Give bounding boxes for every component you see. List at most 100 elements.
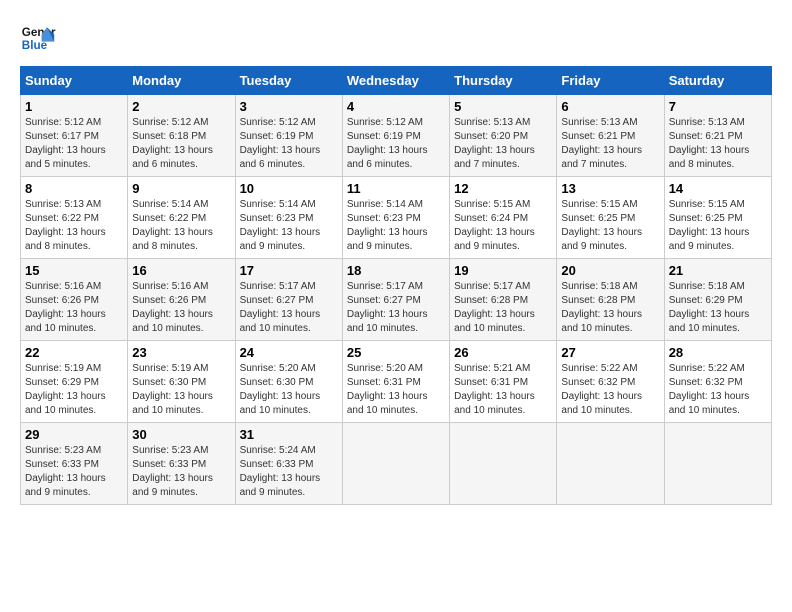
calendar-week-2: 8 Sunrise: 5:13 AM Sunset: 6:22 PM Dayli…: [21, 177, 772, 259]
day-number: 4: [347, 99, 445, 114]
day-info: Sunrise: 5:12 AM Sunset: 6:18 PM Dayligh…: [132, 116, 230, 172]
day-number: 22: [25, 345, 123, 360]
day-number: 14: [669, 181, 767, 196]
day-number: 21: [669, 263, 767, 278]
day-number: 10: [240, 181, 338, 196]
day-info: Sunrise: 5:13 AM Sunset: 6:21 PM Dayligh…: [561, 116, 659, 172]
calendar-cell: 17 Sunrise: 5:17 AM Sunset: 6:27 PM Dayl…: [235, 259, 342, 341]
day-number: 12: [454, 181, 552, 196]
calendar-cell: 22 Sunrise: 5:19 AM Sunset: 6:29 PM Dayl…: [21, 341, 128, 423]
calendar-cell: [450, 423, 557, 505]
day-number: 3: [240, 99, 338, 114]
calendar-cell: 1 Sunrise: 5:12 AM Sunset: 6:17 PM Dayli…: [21, 95, 128, 177]
day-header-saturday: Saturday: [664, 67, 771, 95]
calendar-cell: 11 Sunrise: 5:14 AM Sunset: 6:23 PM Dayl…: [342, 177, 449, 259]
calendar-cell: 14 Sunrise: 5:15 AM Sunset: 6:25 PM Dayl…: [664, 177, 771, 259]
calendar-cell: 24 Sunrise: 5:20 AM Sunset: 6:30 PM Dayl…: [235, 341, 342, 423]
day-number: 8: [25, 181, 123, 196]
day-info: Sunrise: 5:20 AM Sunset: 6:30 PM Dayligh…: [240, 362, 338, 418]
day-header-friday: Friday: [557, 67, 664, 95]
calendar-cell: 8 Sunrise: 5:13 AM Sunset: 6:22 PM Dayli…: [21, 177, 128, 259]
calendar-week-3: 15 Sunrise: 5:16 AM Sunset: 6:26 PM Dayl…: [21, 259, 772, 341]
day-number: 11: [347, 181, 445, 196]
day-number: 29: [25, 427, 123, 442]
page-header: General Blue: [20, 20, 772, 56]
day-info: Sunrise: 5:16 AM Sunset: 6:26 PM Dayligh…: [132, 280, 230, 336]
day-info: Sunrise: 5:19 AM Sunset: 6:30 PM Dayligh…: [132, 362, 230, 418]
day-number: 25: [347, 345, 445, 360]
calendar-cell: 23 Sunrise: 5:19 AM Sunset: 6:30 PM Dayl…: [128, 341, 235, 423]
calendar-cell: 19 Sunrise: 5:17 AM Sunset: 6:28 PM Dayl…: [450, 259, 557, 341]
calendar-cell: 10 Sunrise: 5:14 AM Sunset: 6:23 PM Dayl…: [235, 177, 342, 259]
day-info: Sunrise: 5:20 AM Sunset: 6:31 PM Dayligh…: [347, 362, 445, 418]
logo-icon: General Blue: [20, 20, 56, 56]
calendar-cell: 6 Sunrise: 5:13 AM Sunset: 6:21 PM Dayli…: [557, 95, 664, 177]
calendar-header-row: SundayMondayTuesdayWednesdayThursdayFrid…: [21, 67, 772, 95]
day-info: Sunrise: 5:12 AM Sunset: 6:19 PM Dayligh…: [347, 116, 445, 172]
day-info: Sunrise: 5:23 AM Sunset: 6:33 PM Dayligh…: [25, 444, 123, 500]
day-info: Sunrise: 5:18 AM Sunset: 6:29 PM Dayligh…: [669, 280, 767, 336]
day-header-thursday: Thursday: [450, 67, 557, 95]
day-info: Sunrise: 5:14 AM Sunset: 6:23 PM Dayligh…: [347, 198, 445, 254]
day-number: 7: [669, 99, 767, 114]
day-info: Sunrise: 5:13 AM Sunset: 6:21 PM Dayligh…: [669, 116, 767, 172]
calendar-week-5: 29 Sunrise: 5:23 AM Sunset: 6:33 PM Dayl…: [21, 423, 772, 505]
calendar-cell: 16 Sunrise: 5:16 AM Sunset: 6:26 PM Dayl…: [128, 259, 235, 341]
day-number: 13: [561, 181, 659, 196]
day-info: Sunrise: 5:15 AM Sunset: 6:25 PM Dayligh…: [561, 198, 659, 254]
calendar-cell: 21 Sunrise: 5:18 AM Sunset: 6:29 PM Dayl…: [664, 259, 771, 341]
day-info: Sunrise: 5:12 AM Sunset: 6:19 PM Dayligh…: [240, 116, 338, 172]
calendar-cell: 26 Sunrise: 5:21 AM Sunset: 6:31 PM Dayl…: [450, 341, 557, 423]
day-header-wednesday: Wednesday: [342, 67, 449, 95]
calendar-cell: 25 Sunrise: 5:20 AM Sunset: 6:31 PM Dayl…: [342, 341, 449, 423]
day-info: Sunrise: 5:17 AM Sunset: 6:28 PM Dayligh…: [454, 280, 552, 336]
calendar-table: SundayMondayTuesdayWednesdayThursdayFrid…: [20, 66, 772, 505]
day-number: 6: [561, 99, 659, 114]
calendar-cell: [342, 423, 449, 505]
calendar-cell: 3 Sunrise: 5:12 AM Sunset: 6:19 PM Dayli…: [235, 95, 342, 177]
day-header-monday: Monday: [128, 67, 235, 95]
calendar-cell: [557, 423, 664, 505]
day-number: 20: [561, 263, 659, 278]
calendar-cell: 2 Sunrise: 5:12 AM Sunset: 6:18 PM Dayli…: [128, 95, 235, 177]
day-number: 2: [132, 99, 230, 114]
day-info: Sunrise: 5:14 AM Sunset: 6:23 PM Dayligh…: [240, 198, 338, 254]
day-info: Sunrise: 5:12 AM Sunset: 6:17 PM Dayligh…: [25, 116, 123, 172]
calendar-cell: 20 Sunrise: 5:18 AM Sunset: 6:28 PM Dayl…: [557, 259, 664, 341]
calendar-cell: 18 Sunrise: 5:17 AM Sunset: 6:27 PM Dayl…: [342, 259, 449, 341]
day-number: 9: [132, 181, 230, 196]
calendar-cell: 4 Sunrise: 5:12 AM Sunset: 6:19 PM Dayli…: [342, 95, 449, 177]
day-header-tuesday: Tuesday: [235, 67, 342, 95]
day-info: Sunrise: 5:15 AM Sunset: 6:25 PM Dayligh…: [669, 198, 767, 254]
calendar-cell: 9 Sunrise: 5:14 AM Sunset: 6:22 PM Dayli…: [128, 177, 235, 259]
day-number: 18: [347, 263, 445, 278]
day-info: Sunrise: 5:22 AM Sunset: 6:32 PM Dayligh…: [561, 362, 659, 418]
day-info: Sunrise: 5:24 AM Sunset: 6:33 PM Dayligh…: [240, 444, 338, 500]
calendar-cell: 13 Sunrise: 5:15 AM Sunset: 6:25 PM Dayl…: [557, 177, 664, 259]
day-number: 1: [25, 99, 123, 114]
day-number: 19: [454, 263, 552, 278]
day-info: Sunrise: 5:21 AM Sunset: 6:31 PM Dayligh…: [454, 362, 552, 418]
day-number: 23: [132, 345, 230, 360]
calendar-cell: 15 Sunrise: 5:16 AM Sunset: 6:26 PM Dayl…: [21, 259, 128, 341]
calendar-cell: [664, 423, 771, 505]
calendar-week-4: 22 Sunrise: 5:19 AM Sunset: 6:29 PM Dayl…: [21, 341, 772, 423]
day-number: 16: [132, 263, 230, 278]
logo: General Blue: [20, 20, 56, 56]
day-number: 26: [454, 345, 552, 360]
day-number: 5: [454, 99, 552, 114]
day-number: 17: [240, 263, 338, 278]
day-number: 31: [240, 427, 338, 442]
day-info: Sunrise: 5:13 AM Sunset: 6:20 PM Dayligh…: [454, 116, 552, 172]
day-info: Sunrise: 5:22 AM Sunset: 6:32 PM Dayligh…: [669, 362, 767, 418]
day-info: Sunrise: 5:14 AM Sunset: 6:22 PM Dayligh…: [132, 198, 230, 254]
calendar-week-1: 1 Sunrise: 5:12 AM Sunset: 6:17 PM Dayli…: [21, 95, 772, 177]
day-info: Sunrise: 5:23 AM Sunset: 6:33 PM Dayligh…: [132, 444, 230, 500]
day-info: Sunrise: 5:17 AM Sunset: 6:27 PM Dayligh…: [240, 280, 338, 336]
calendar-cell: 28 Sunrise: 5:22 AM Sunset: 6:32 PM Dayl…: [664, 341, 771, 423]
calendar-cell: 7 Sunrise: 5:13 AM Sunset: 6:21 PM Dayli…: [664, 95, 771, 177]
calendar-cell: 29 Sunrise: 5:23 AM Sunset: 6:33 PM Dayl…: [21, 423, 128, 505]
day-info: Sunrise: 5:17 AM Sunset: 6:27 PM Dayligh…: [347, 280, 445, 336]
calendar-cell: 5 Sunrise: 5:13 AM Sunset: 6:20 PM Dayli…: [450, 95, 557, 177]
day-header-sunday: Sunday: [21, 67, 128, 95]
